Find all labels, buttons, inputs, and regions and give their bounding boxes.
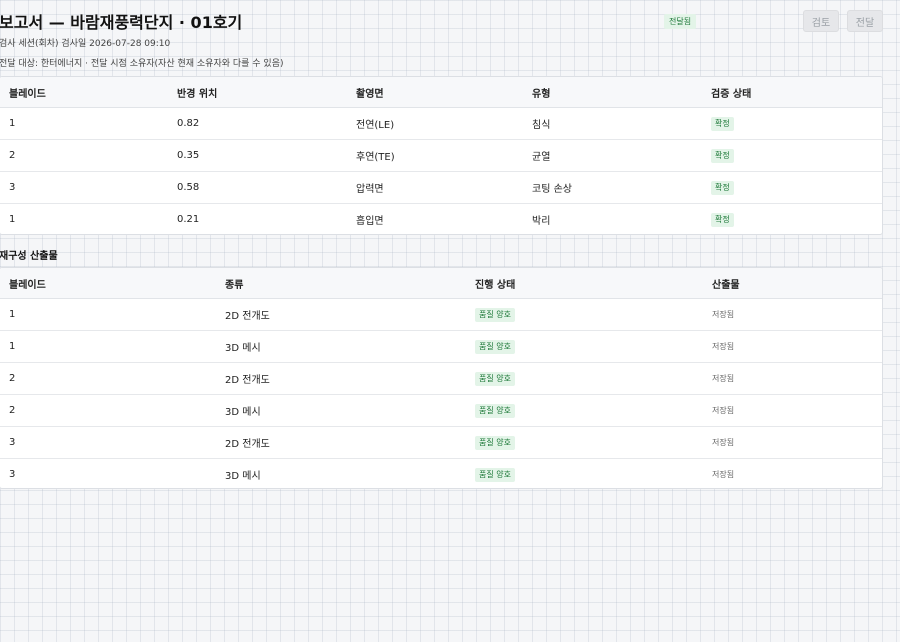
kind-cell: 3D 메시 bbox=[225, 471, 261, 482]
table-row[interactable]: 1 2D 전개도 품질 양호 저장됨 bbox=[0, 298, 882, 331]
radial-position-cell: 0.82 bbox=[168, 107, 347, 140]
type-cell: 침식 bbox=[523, 107, 702, 140]
quality-badge: 품질 양호 bbox=[475, 339, 515, 354]
radial-position-cell: 0.58 bbox=[168, 171, 347, 204]
artifact-cell: 저장됨 bbox=[703, 426, 882, 459]
status-badge: 확정 bbox=[711, 180, 734, 195]
verification-cell: 확정 bbox=[702, 139, 882, 172]
quality-badge: 품질 양호 bbox=[475, 403, 515, 418]
artifact-status: 저장됨 bbox=[712, 438, 735, 447]
quality-badge: 품질 양호 bbox=[475, 467, 515, 482]
surface-cell: 후연(TE) bbox=[347, 139, 523, 172]
blade-cell: 3 bbox=[9, 469, 16, 480]
artifact-status: 저장됨 bbox=[712, 310, 735, 319]
column-header-radial-position: 반경 위치 bbox=[168, 77, 347, 108]
kind-cell: 3D 메시 bbox=[216, 330, 466, 363]
surface-cell: 전연(LE) bbox=[347, 107, 523, 140]
artifact-status: 저장됨 bbox=[712, 342, 735, 351]
status-badge: 확정 bbox=[711, 212, 734, 227]
quality-badge: 품질 양호 bbox=[475, 435, 515, 450]
radial-position-cell: 0.35 bbox=[168, 139, 347, 172]
surface-cell: 흡입면 bbox=[356, 216, 384, 227]
artifact-status: 저장됨 bbox=[712, 470, 735, 479]
status-badge: 확정 bbox=[711, 148, 734, 163]
surface-cell: 압력면 bbox=[347, 171, 523, 204]
reconstruction-section-title: 재구성 산출물 bbox=[0, 251, 58, 262]
kind-cell: 2D 전개도 bbox=[216, 362, 466, 395]
progress-cell: 품질 양호 bbox=[466, 330, 703, 363]
progress-cell: 품질 양호 bbox=[466, 426, 703, 459]
reconstruction-card: 블레이드 종류 진행 상태 산출물 1 2D 전개도 품질 양호 저장됨 1 3… bbox=[0, 267, 883, 489]
blade-cell: 1 bbox=[0, 330, 216, 363]
blade-cell: 1 bbox=[0, 298, 216, 331]
type-cell: 코팅 손상 bbox=[523, 171, 702, 204]
blade-cell: 2 bbox=[0, 139, 168, 172]
blade-cell: 1 bbox=[0, 107, 168, 140]
artifact-cell: 저장됨 bbox=[703, 394, 882, 427]
table-row[interactable]: 3 2D 전개도 품질 양호 저장됨 bbox=[0, 426, 882, 459]
table-row[interactable]: 3 3D 메시 품질 양호 저장됨 bbox=[0, 459, 882, 489]
column-header-kind: 종류 bbox=[216, 268, 466, 299]
status-badge: 전달됨 bbox=[664, 14, 697, 29]
page-title: 보고서 — 바람재풍력단지 · 01호기 bbox=[0, 13, 243, 32]
kind-cell: 2D 전개도 bbox=[216, 426, 466, 459]
quality-badge: 품질 양호 bbox=[475, 307, 515, 322]
blade-cell: 1 bbox=[9, 214, 16, 225]
column-header-artifact: 산출물 bbox=[703, 268, 882, 299]
blade-cell: 3 bbox=[0, 426, 216, 459]
column-header-verification-status: 검증 상태 bbox=[702, 77, 882, 108]
table-row[interactable]: 2 2D 전개도 품질 양호 저장됨 bbox=[0, 362, 882, 395]
type-cell: 균열 bbox=[523, 139, 702, 172]
progress-cell: 품질 양호 bbox=[466, 362, 703, 395]
table-row[interactable]: 1 0.21 흡입면 박리 확정 bbox=[0, 204, 882, 235]
radial-position-cell: 0.21 bbox=[177, 214, 200, 225]
session-info: 검사 세션(회차) 검사일 2026-07-28 09:10 bbox=[0, 39, 171, 49]
column-header-progress-status: 진행 상태 bbox=[466, 268, 703, 299]
artifact-cell: 저장됨 bbox=[703, 459, 882, 489]
artifact-cell: 저장됨 bbox=[703, 330, 882, 363]
table-row[interactable]: 3 0.58 압력면 코팅 손상 확정 bbox=[0, 171, 882, 204]
findings-table: 블레이드 반경 위치 촬영면 유형 검증 상태 1 0.82 전연(LE) 침식… bbox=[0, 77, 882, 235]
type-cell: 박리 bbox=[532, 216, 551, 227]
artifact-status: 저장됨 bbox=[712, 406, 735, 415]
blade-cell: 2 bbox=[0, 394, 216, 427]
findings-card: 블레이드 반경 위치 촬영면 유형 검증 상태 1 0.82 전연(LE) 침식… bbox=[0, 76, 883, 235]
report-page: 보고서 — 바람재풍력단지 · 01호기 검사 세션(회차) 검사일 2026-… bbox=[0, 0, 900, 642]
kind-cell: 2D 전개도 bbox=[216, 298, 466, 331]
verification-cell: 확정 bbox=[702, 107, 882, 140]
verification-cell: 확정 bbox=[702, 171, 882, 204]
blade-cell: 3 bbox=[0, 171, 168, 204]
progress-cell: 품질 양호 bbox=[466, 459, 703, 489]
artifact-cell: 저장됨 bbox=[703, 298, 882, 331]
column-header-surface: 촬영면 bbox=[347, 77, 523, 108]
progress-cell: 품질 양호 bbox=[466, 298, 703, 331]
progress-cell: 품질 양호 bbox=[466, 394, 703, 427]
artifact-status: 저장됨 bbox=[712, 374, 735, 383]
blade-cell: 2 bbox=[0, 362, 216, 395]
status-badge: 확정 bbox=[711, 116, 734, 131]
table-row[interactable]: 2 0.35 후연(TE) 균열 확정 bbox=[0, 139, 882, 172]
reconstruction-header-row: 블레이드 종류 진행 상태 산출물 bbox=[0, 268, 882, 299]
table-row[interactable]: 1 3D 메시 품질 양호 저장됨 bbox=[0, 330, 882, 363]
review-button[interactable]: 검토 bbox=[803, 10, 839, 32]
artifact-cell: 저장됨 bbox=[703, 362, 882, 395]
recipient-info: 전달 대상: 한터에너지 · 전달 시점 소유자(자산 현재 소유자와 다를 수… bbox=[0, 59, 284, 69]
column-header-blade: 블레이드 bbox=[0, 268, 216, 299]
quality-badge: 품질 양호 bbox=[475, 371, 515, 386]
kind-cell: 3D 메시 bbox=[216, 394, 466, 427]
column-header-type: 유형 bbox=[523, 77, 702, 108]
reconstruction-table: 블레이드 종류 진행 상태 산출물 1 2D 전개도 품질 양호 저장됨 1 3… bbox=[0, 268, 882, 489]
send-button[interactable]: 전달 bbox=[847, 10, 883, 32]
table-row[interactable]: 1 0.82 전연(LE) 침식 확정 bbox=[0, 107, 882, 140]
verification-cell: 확정 bbox=[702, 204, 882, 235]
column-header-blade: 블레이드 bbox=[0, 77, 168, 108]
table-row[interactable]: 2 3D 메시 품질 양호 저장됨 bbox=[0, 394, 882, 427]
findings-header-row: 블레이드 반경 위치 촬영면 유형 검증 상태 bbox=[0, 77, 882, 108]
